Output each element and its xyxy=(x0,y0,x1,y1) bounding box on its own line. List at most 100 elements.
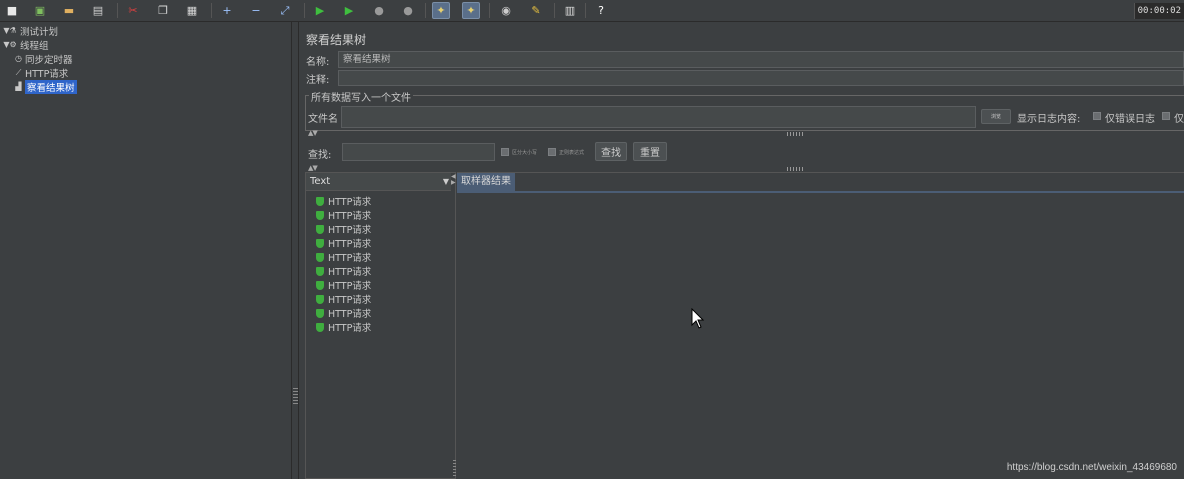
errors-only-checkbox[interactable] xyxy=(1093,112,1101,120)
result-item[interactable]: HTTP请求 xyxy=(316,306,371,320)
success-shield-icon xyxy=(316,308,324,318)
timer-icon: ◷ xyxy=(15,54,22,63)
name-label: 名称: xyxy=(306,57,330,68)
result-item-label: HTTP请求 xyxy=(328,253,372,264)
success-only-checkbox[interactable] xyxy=(1162,112,1170,120)
divider-grip[interactable] xyxy=(787,132,803,136)
toolbar-separator xyxy=(211,3,212,18)
result-item[interactable]: HTTP请求 xyxy=(316,194,371,208)
thread-group-icon: ▼⚙ xyxy=(3,40,17,49)
view-results-tree-panel: 察看结果树 名称: 察看结果树 注释: 所有数据写入一个文件 文件名 浏览 显示… xyxy=(300,22,1184,479)
toggle-icon[interactable]: ⤢ xyxy=(276,2,294,19)
toolbar-separator xyxy=(425,3,426,18)
tree-node[interactable]: ◷ 同步定时器 xyxy=(14,52,73,66)
success-shield-icon xyxy=(316,224,324,234)
paste-icon[interactable]: ▦ xyxy=(183,2,201,19)
result-item-label: HTTP请求 xyxy=(328,267,372,278)
result-list: Text ▼ HTTP请求 HTTP请求 HTTP请求 HTTP请求 HTTP请求 HTT… xyxy=(305,172,456,479)
toolbar-separator xyxy=(585,3,586,18)
splitter-grip[interactable] xyxy=(293,388,298,404)
file-group-title: 所有数据写入一个文件 xyxy=(309,89,413,104)
log-display-label: 显示日志内容: xyxy=(1017,114,1081,125)
tree-node[interactable]: ▼⚙ 线程组 xyxy=(2,38,48,52)
open-icon[interactable]: ▬ xyxy=(60,2,78,19)
result-item-label: HTTP请求 xyxy=(328,309,372,320)
shutdown-icon[interactable]: ● xyxy=(399,2,417,19)
start-icon[interactable]: ▶ xyxy=(311,2,329,19)
tree-node[interactable]: ⟋ HTTP请求 xyxy=(14,66,69,80)
regex-label: 正则表达式 xyxy=(559,150,585,156)
toolbar-separator xyxy=(554,3,555,18)
success-shield-icon xyxy=(316,238,324,248)
test-plan-icon: ▼⚗ xyxy=(3,26,17,35)
sampler-icon: ⟋ xyxy=(15,68,22,77)
success-shield-icon xyxy=(316,252,324,262)
clear-all-icon[interactable]: ✦ xyxy=(462,2,480,19)
result-item-label: HTTP请求 xyxy=(328,295,372,306)
result-item-label: HTTP请求 xyxy=(328,281,372,292)
detail-pane: 取样器结果 xyxy=(457,172,1184,479)
success-only-label: 仅 xyxy=(1174,114,1184,125)
comment-label: 注释: xyxy=(306,75,330,86)
comment-field[interactable] xyxy=(338,70,1184,86)
success-shield-icon xyxy=(316,266,324,276)
result-item-label: HTTP请求 xyxy=(328,197,372,208)
result-item[interactable]: HTTP请求 xyxy=(316,222,371,236)
help-icon[interactable]: ? xyxy=(592,2,610,19)
list-resize-grip[interactable] xyxy=(453,460,456,476)
divider-grip[interactable] xyxy=(787,167,803,171)
list-splitter-arrows-icon[interactable]: ◀ ▶ xyxy=(451,174,456,186)
copy-icon[interactable]: ❐ xyxy=(154,2,172,19)
tree-node-label: 测试计划 xyxy=(20,26,59,38)
page-title: 察看结果树 xyxy=(306,33,367,47)
start-no-pause-icon[interactable]: ▶ xyxy=(340,2,358,19)
browse-button[interactable]: 浏览 xyxy=(981,109,1011,124)
find-button[interactable]: 查找 xyxy=(595,142,627,161)
result-item[interactable]: HTTP请求 xyxy=(316,292,371,306)
search-label: 查找: xyxy=(308,150,332,161)
renderer-select-value: Text xyxy=(310,176,331,187)
mouse-cursor-icon xyxy=(691,308,705,329)
tab-underline xyxy=(457,191,1184,193)
tree-node[interactable]: ▟ 察看结果树 xyxy=(14,79,77,94)
success-shield-icon xyxy=(316,294,324,304)
cut-icon[interactable]: ✂ xyxy=(124,2,142,19)
new-icon[interactable]: ■ xyxy=(3,2,21,19)
toolbar-separator xyxy=(304,3,305,18)
chevron-down-icon[interactable]: ▼ xyxy=(443,173,449,191)
case-sensitive-checkbox[interactable] xyxy=(501,148,509,156)
name-field[interactable]: 察看结果树 xyxy=(338,51,1184,68)
result-item[interactable]: HTTP请求 xyxy=(316,264,371,278)
filename-field[interactable] xyxy=(341,106,976,128)
tree-node[interactable]: ▼⚗ 测试计划 xyxy=(2,24,59,38)
collapse-arrows-icon[interactable]: ▲▼ xyxy=(308,164,318,172)
renderer-select[interactable]: Text ▼ xyxy=(306,173,451,191)
result-item-label: HTTP请求 xyxy=(328,239,372,250)
tree-splitter[interactable] xyxy=(291,22,299,479)
success-shield-icon xyxy=(316,280,324,290)
result-item[interactable]: HTTP请求 xyxy=(316,320,371,334)
result-item[interactable]: HTTP请求 xyxy=(316,208,371,222)
regex-checkbox[interactable] xyxy=(548,148,556,156)
reset-button[interactable]: 重置 xyxy=(633,142,667,161)
tree-node-label: 察看结果树 xyxy=(25,79,77,94)
function-helper-icon[interactable]: ▥ xyxy=(561,2,579,19)
templates-icon[interactable]: ▣ xyxy=(31,2,49,19)
save-icon[interactable]: ▤ xyxy=(89,2,107,19)
result-item-label: HTTP请求 xyxy=(328,323,372,334)
clear-icon[interactable]: ✦ xyxy=(432,2,450,19)
tab-sampler-result[interactable]: 取样器结果 xyxy=(457,173,515,191)
result-item[interactable]: HTTP请求 xyxy=(316,278,371,292)
search-icon[interactable]: ◉ xyxy=(497,2,515,19)
collapse-icon[interactable]: − xyxy=(247,2,265,19)
listener-icon: ▟ xyxy=(15,82,22,91)
tree-node-label: 同步定时器 xyxy=(25,54,73,66)
search-input[interactable] xyxy=(342,143,495,161)
stop-icon[interactable]: ● xyxy=(370,2,388,19)
reset-search-icon[interactable]: ✎ xyxy=(527,2,545,19)
success-shield-icon xyxy=(316,322,324,332)
result-item[interactable]: HTTP请求 xyxy=(316,250,371,264)
expand-icon[interactable]: + xyxy=(218,2,236,19)
collapse-arrows-icon[interactable]: ▲▼ xyxy=(308,129,318,137)
result-item[interactable]: HTTP请求 xyxy=(316,236,371,250)
